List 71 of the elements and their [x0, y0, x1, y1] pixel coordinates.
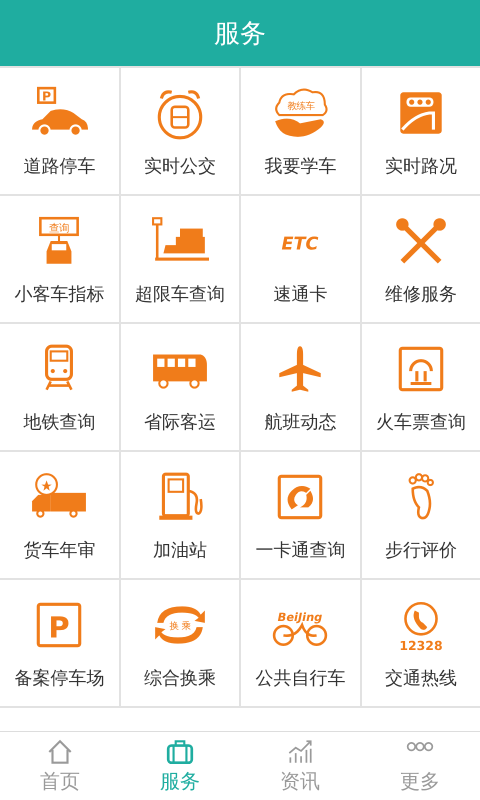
transfer-arrows-icon	[154, 606, 205, 644]
icon-text: ETC	[282, 234, 319, 254]
bus-icon	[152, 354, 207, 389]
truck-icon	[32, 473, 86, 518]
service-tile[interactable]: 换 乘 综合换乘	[120, 580, 239, 706]
icon-text: P	[42, 88, 52, 104]
service-tile[interactable]: 火车票查询	[362, 324, 480, 450]
service-label: 超限车查询	[134, 283, 225, 306]
service-label: 实时公交	[144, 155, 216, 178]
parking-icon	[36, 602, 82, 648]
service-label: 交通热线	[384, 667, 457, 690]
service-label: 综合换乘	[144, 667, 216, 690]
phone-icon	[404, 602, 438, 636]
service-tile[interactable]: P 备案停车场	[0, 580, 118, 706]
service-label: 一卡通查询	[255, 539, 346, 562]
car-icon	[32, 86, 88, 137]
service-label: 小客车指标	[14, 283, 104, 306]
icon-text: P	[48, 610, 70, 644]
chart-icon	[288, 740, 312, 764]
service-label: 备案停车场	[14, 667, 104, 690]
fuel-pump-icon	[159, 472, 202, 520]
service-tile[interactable]: 超限车查询	[120, 196, 239, 322]
hand-icon	[275, 88, 328, 137]
service-label: 省际客运	[144, 411, 216, 434]
service-label: 火车票查询	[376, 411, 466, 434]
service-tile[interactable]: P 道路停车	[0, 68, 118, 194]
page-title: 服务	[214, 18, 266, 50]
service-label: 公共自行车	[255, 667, 346, 690]
service-tile[interactable]: 12328 交通热线	[362, 580, 480, 706]
service-label: 道路停车	[23, 155, 96, 178]
service-tile[interactable]: 步行评价	[362, 452, 480, 578]
service-tile[interactable]: ETC 速通卡	[241, 196, 360, 322]
service-tile[interactable]: 查询 小客车指标	[0, 196, 118, 322]
service-label: 实时路况	[384, 155, 457, 178]
service-label: 步行评价	[384, 539, 457, 562]
service-label: 货车年审	[23, 539, 96, 562]
service-label: 速通卡	[273, 283, 328, 306]
footprint-icon	[408, 473, 434, 520]
icon-text: 教练车	[288, 100, 315, 112]
alarm-clock-icon	[157, 90, 202, 140]
service-label: 加油站	[152, 539, 207, 562]
service-label: 航班动态	[264, 411, 336, 434]
service-label: 维修服务	[384, 283, 457, 306]
icon-text: 查询	[49, 222, 70, 235]
car-icon	[39, 216, 80, 264]
more-icon	[406, 742, 434, 751]
icon-text: 换 乘	[169, 621, 190, 632]
service-tile[interactable]: 维修服务	[362, 196, 480, 322]
bicycle-icon	[273, 624, 328, 646]
service-label: 我要学车	[264, 155, 336, 178]
service-tile[interactable]: 货车年审	[0, 452, 118, 578]
service-tile[interactable]: 加油站	[120, 452, 239, 578]
house-icon	[48, 739, 72, 764]
card-logo-icon	[278, 474, 323, 520]
service-tile[interactable]: 教练车 我要学车	[241, 68, 360, 194]
traffic-board-icon	[400, 92, 442, 134]
truck-icon	[152, 217, 209, 261]
train-icon	[45, 344, 74, 391]
service-label: 地铁查询	[23, 411, 96, 434]
service-tile[interactable]: 省际客运	[120, 324, 239, 450]
airplane-icon	[280, 346, 321, 392]
tools-icon	[396, 218, 446, 264]
service-tile[interactable]: 航班动态	[241, 324, 360, 450]
service-tile[interactable]: 实时公交	[120, 68, 239, 194]
briefcase-icon	[166, 740, 194, 764]
service-tile[interactable]: 一卡通查询	[241, 452, 360, 578]
icon-text: 12328	[399, 638, 442, 653]
service-tile[interactable]: BeiJing 公共自行车	[241, 580, 360, 706]
service-tile[interactable]: 实时路况	[362, 68, 480, 194]
service-tile[interactable]: 地铁查询	[0, 324, 118, 450]
icon-text: BeiJing	[278, 610, 323, 624]
